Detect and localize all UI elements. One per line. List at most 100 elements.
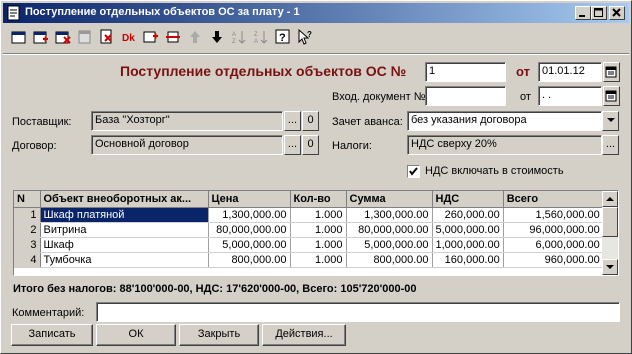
column-header-sum[interactable]: Сумма [346,191,433,208]
table-scrollbar[interactable] [602,191,618,275]
ok-button[interactable]: ОК [96,324,176,346]
maximize-button[interactable] [591,6,607,20]
price-cell[interactable]: 1,300,000.00 [208,207,291,223]
document-window: Поступление отдельных объектов ОС за пла… [0,0,632,354]
calendar-icon [605,90,617,102]
table-header-row: N Объект внеоборотных ак... Цена Кол-во … [14,191,604,208]
tool-print[interactable] [97,27,117,47]
in-doc-label: Вход. документ № [332,91,426,103]
column-header-object[interactable]: Объект внеоборотных ак... [40,191,209,208]
quantity-cell[interactable]: 1.000 [290,207,347,223]
quantity-cell[interactable]: 1.000 [290,222,347,238]
copy-doc-icon [33,31,48,44]
column-header-quantity[interactable]: Кол-во [290,191,347,208]
scroll-thumb[interactable] [602,207,618,237]
object-cell[interactable]: Тумбочка [40,252,209,268]
table-row[interactable]: 3 Шкаф 5,000,000.00 1.000 5,000,000.00 1… [14,237,604,253]
minimize-button[interactable] [575,6,591,20]
column-header-price[interactable]: Цена [208,191,291,208]
row-delete-icon [166,31,180,43]
tool-new[interactable] [9,27,29,47]
object-cell[interactable]: Шкаф платяной [40,207,209,223]
svg-text:Z: Z [232,39,236,45]
supplier-select-button[interactable]: ... [284,111,301,131]
table-row[interactable]: 4 Тумбочка 800,000.00 1.000 800,000.00 1… [14,252,604,268]
calendar-icon [605,66,617,78]
contract-clear-button[interactable]: 0 [302,135,319,155]
actions-button[interactable]: Действия... [262,324,346,346]
sum-cell[interactable]: 5,000,000.00 [346,237,433,253]
total-cell[interactable]: 6,000,000.00 [503,237,604,253]
object-cell[interactable]: Витрина [40,222,209,238]
taxes-field[interactable]: НДС сверху 20% [407,135,602,155]
column-header-total[interactable]: Всего [503,191,604,208]
document-date-field[interactable]: 01.01.12 [538,62,602,82]
tool-edit-row[interactable] [141,27,161,47]
supplier-field[interactable]: База "Хозторг" [91,111,283,131]
close-window-button[interactable] [609,6,625,20]
maximize-icon [594,8,603,17]
new-doc-icon [11,31,26,44]
price-cell[interactable]: 80,000,000.00 [208,222,291,238]
date-from-label: от [516,64,530,79]
sum-cell[interactable]: 1,300,000.00 [346,207,433,223]
in-doc-date-field[interactable]: . . [538,86,602,106]
table-row[interactable]: 2 Витрина 80,000,000.00 1.000 80,000,000… [14,222,604,238]
in-doc-date-picker-button[interactable] [603,86,620,106]
tool-move-down[interactable] [207,27,227,47]
comment-field[interactable] [96,302,620,322]
total-cell[interactable]: 96,000,000.00 [503,222,604,238]
save-button[interactable]: Записать [11,324,93,346]
table-row[interactable]: 1 Шкаф платяной 1,300,000.00 1.000 1,300… [14,207,604,223]
price-cell[interactable]: 800,000.00 [208,252,291,268]
tool-post[interactable] [75,27,95,47]
title-bar[interactable]: Поступление отдельных объектов ОС за пла… [3,3,629,23]
svg-text:Z: Z [254,32,258,38]
help-icon: ? [275,29,290,44]
tool-row-delete[interactable] [163,27,183,47]
tool-context-help[interactable]: ? [295,27,315,47]
dt-kt-icon: Dk [122,33,135,44]
tool-move-up[interactable] [185,27,205,47]
scroll-up-button[interactable] [602,191,618,207]
price-cell[interactable]: 5,000,000.00 [208,237,291,253]
move-up-icon [190,31,200,43]
contract-field[interactable]: Основной договор [91,135,283,155]
svg-text:A: A [254,39,258,45]
toolbar-separator [3,53,629,55]
scroll-down-button[interactable] [602,259,618,275]
tool-sort-desc[interactable]: ZA [251,27,271,47]
tool-help[interactable]: ? [273,27,293,47]
total-cell[interactable]: 960,000.00 [503,252,604,268]
close-button[interactable]: Закрыть [179,324,259,346]
sum-cell[interactable]: 80,000,000.00 [346,222,433,238]
quantity-cell[interactable]: 1.000 [290,237,347,253]
in-doc-number-field[interactable] [425,86,506,106]
sort-desc-icon: ZA [254,31,268,45]
vat-cell[interactable]: 5,000,000.00 [432,222,504,238]
total-cell[interactable]: 1,560,000.00 [503,207,604,223]
contract-select-button[interactable]: ... [284,135,301,155]
advance-dropdown-button[interactable] [602,111,619,131]
tool-delete[interactable] [53,27,73,47]
column-header-n[interactable]: N [14,191,41,208]
tool-sort-asc[interactable]: AZ [229,27,249,47]
vat-cell[interactable]: 160,000.00 [432,252,504,268]
supplier-clear-button[interactable]: 0 [302,111,319,131]
object-cell[interactable]: Шкаф [40,237,209,253]
svg-text:Dk: Dk [122,33,135,44]
tool-dtkt[interactable]: Dk [119,27,139,47]
document-number-field[interactable]: 1 [425,62,506,82]
date-picker-button[interactable] [603,62,620,82]
vat-include-checkbox[interactable] [407,165,420,178]
print-doc-icon [100,29,112,44]
vat-cell[interactable]: 260,000.00 [432,207,504,223]
taxes-select-button[interactable]: ... [602,135,619,155]
column-header-vat[interactable]: НДС [432,191,504,208]
advance-label: Зачет аванса: [332,116,403,128]
advance-select[interactable]: без указания договора [407,111,602,131]
sum-cell[interactable]: 800,000.00 [346,252,433,268]
quantity-cell[interactable]: 1.000 [290,252,347,268]
vat-cell[interactable]: 1,000,000.00 [432,237,504,253]
tool-copy[interactable] [31,27,51,47]
